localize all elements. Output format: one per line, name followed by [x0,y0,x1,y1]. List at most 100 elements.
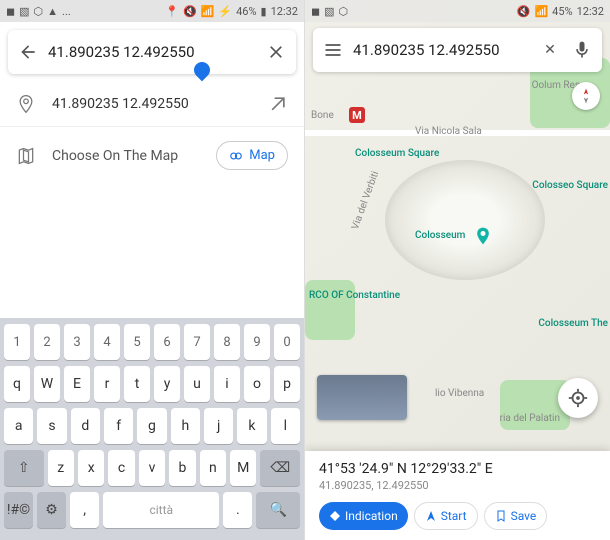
insert-arrow-icon[interactable] [268,94,288,114]
virtual-keyboard: 1234567890 qWErtyuiop asdfghjkl ⇧zxcvbnM… [0,318,304,540]
key-f[interactable]: f [104,408,133,444]
status-bar-left: ◼▧⬡▲... 📍🔇📶⚡ 46% ▮ 12:32 [0,0,304,22]
clear-icon[interactable]: ✕ [538,38,562,62]
key-1[interactable]: 1 [4,324,30,360]
key-5[interactable]: 5 [124,324,150,360]
compass-icon[interactable] [572,82,600,110]
status-right-icons: 🔇📶 45% 12:32 [517,5,604,18]
key-W[interactable]: W [34,366,60,402]
key-3[interactable]: 3 [64,324,90,360]
directions-label: Indication [345,509,398,523]
map-label: Colosseum [415,230,465,241]
map-chip[interactable]: Map [216,141,288,170]
status-time: 12:32 [271,5,298,18]
search-panel: ◼▧⬡▲... 📍🔇📶⚡ 46% ▮ 12:32 41.890235 12.49… [0,0,305,540]
key-6[interactable]: 6 [154,324,180,360]
map-label: ria del Palatin [500,413,560,424]
key-x[interactable]: x [78,450,104,486]
key-E[interactable]: E [64,366,90,402]
key-y[interactable]: y [154,366,180,402]
key-0[interactable]: 0 [274,324,300,360]
search-suggestion[interactable]: 41.890235 12.492550 [0,82,304,127]
key-9[interactable]: 9 [244,324,270,360]
key-8[interactable]: 8 [214,324,240,360]
key-g[interactable]: g [137,408,166,444]
my-location-button[interactable] [558,378,598,418]
map-label: Colosseo Square [532,180,608,191]
start-button[interactable]: Start [414,502,478,530]
voice-icon[interactable] [570,38,594,62]
key-z[interactable]: z [48,450,74,486]
key-r[interactable]: r [94,366,120,402]
status-left-icons: ◼▧⬡ [311,5,348,18]
info-subtitle: 41.890235, 12.492550 [319,479,596,492]
key-p[interactable]: p [274,366,300,402]
key-j[interactable]: j [204,408,233,444]
status-right-icons: 📍🔇📶⚡ 46% ▮ 12:32 [165,5,298,18]
settings-key[interactable]: ⚙ [37,492,66,528]
save-button[interactable]: Save [484,502,548,530]
key-c[interactable]: c [108,450,134,486]
map-label: Bone [311,110,334,121]
map-label: Colosseum The [538,318,608,329]
space-key[interactable]: città [103,492,219,528]
key-d[interactable]: d [71,408,100,444]
park-area [305,280,355,340]
comma-key[interactable]: , [70,492,99,528]
map-label: RCO OF Constantine [309,290,400,301]
map-label: lio Vibenna [435,388,484,399]
location-info-panel: 41°53 '24.9" N 12°29'33.2" E 41.890235, … [305,451,610,540]
key-7[interactable]: 7 [184,324,210,360]
location-pin-icon [16,94,36,114]
status-bar-right: ◼▧⬡ 🔇📶 45% 12:32 [305,0,610,22]
key-t[interactable]: t [124,366,150,402]
key-k[interactable]: k [237,408,266,444]
key-M[interactable]: M [230,450,256,486]
key-i[interactable]: i [214,366,240,402]
colosseum-shape [385,160,545,280]
key-u[interactable]: u [184,366,210,402]
save-label: Save [511,509,537,523]
key-n[interactable]: n [200,450,226,486]
action-row: Indication Start Save [319,502,596,530]
metro-icon: M [349,107,365,123]
choose-map-label: Choose On The Map [52,148,200,164]
map-label: Via Nicola Sala [415,126,482,137]
menu-icon[interactable] [321,38,345,62]
search-input-right[interactable] [353,41,530,59]
backspace-key[interactable]: ⌫ [260,450,300,486]
start-label: Start [441,509,467,523]
clear-icon[interactable] [264,40,288,64]
search-key[interactable]: 🔍 [256,492,300,528]
key-2[interactable]: 2 [34,324,60,360]
key-b[interactable]: b [169,450,195,486]
battery-pct: 46% [236,5,256,18]
streetview-thumbnail[interactable] [317,375,407,420]
map-label: Via del Verbiti [350,170,381,231]
key-s[interactable]: s [37,408,66,444]
choose-on-map-row[interactable]: Choose On The Map Map [0,127,304,184]
key-a[interactable]: a [4,408,33,444]
key-o[interactable]: o [244,366,270,402]
key-4[interactable]: 4 [94,324,120,360]
info-title: 41°53 '24.9" N 12°29'33.2" E [319,461,596,477]
battery-pct: 45% [552,5,572,18]
period-key[interactable]: . [223,492,252,528]
key-l[interactable]: l [271,408,300,444]
key-v[interactable]: v [139,450,165,486]
back-icon[interactable] [16,40,40,64]
shift-key[interactable]: ⇧ [4,450,44,486]
directions-button[interactable]: Indication [319,502,408,530]
search-bar-left [8,30,296,74]
poi-pin-icon[interactable] [473,226,493,246]
map-panel: a di Feltre Oolum Res Bone M Via Nicola … [305,0,610,540]
status-time: 12:32 [577,5,604,18]
key-h[interactable]: h [171,408,200,444]
search-input-left[interactable] [48,43,256,61]
suggestion-text: 41.890235 12.492550 [52,96,252,112]
search-bar-right: ✕ [313,28,602,72]
sym-key[interactable]: !#© [4,492,33,528]
map-chip-label: Map [249,148,275,163]
key-q[interactable]: q [4,366,30,402]
map-label: Colosseum Square [355,148,439,159]
